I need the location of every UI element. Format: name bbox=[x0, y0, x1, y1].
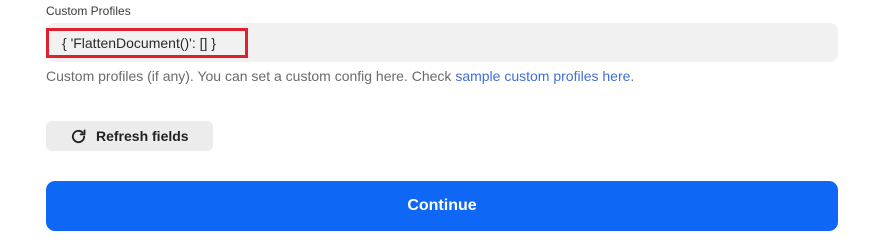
help-suffix: . bbox=[630, 68, 635, 84]
custom-profiles-value[interactable]: { 'FlattenDocument()': [] } bbox=[46, 28, 248, 58]
sample-custom-profiles-link[interactable]: sample custom profiles here bbox=[455, 68, 630, 84]
refresh-icon bbox=[70, 128, 87, 145]
custom-profiles-help: Custom profiles (if any). You can set a … bbox=[46, 68, 634, 84]
refresh-fields-button[interactable]: Refresh fields bbox=[46, 121, 213, 151]
continue-label: Continue bbox=[407, 197, 477, 214]
refresh-fields-label: Refresh fields bbox=[96, 128, 189, 144]
custom-profiles-label: Custom Profiles bbox=[46, 4, 131, 18]
continue-button[interactable]: Continue bbox=[46, 181, 838, 231]
help-text: Custom profiles (if any). You can set a … bbox=[46, 68, 456, 84]
